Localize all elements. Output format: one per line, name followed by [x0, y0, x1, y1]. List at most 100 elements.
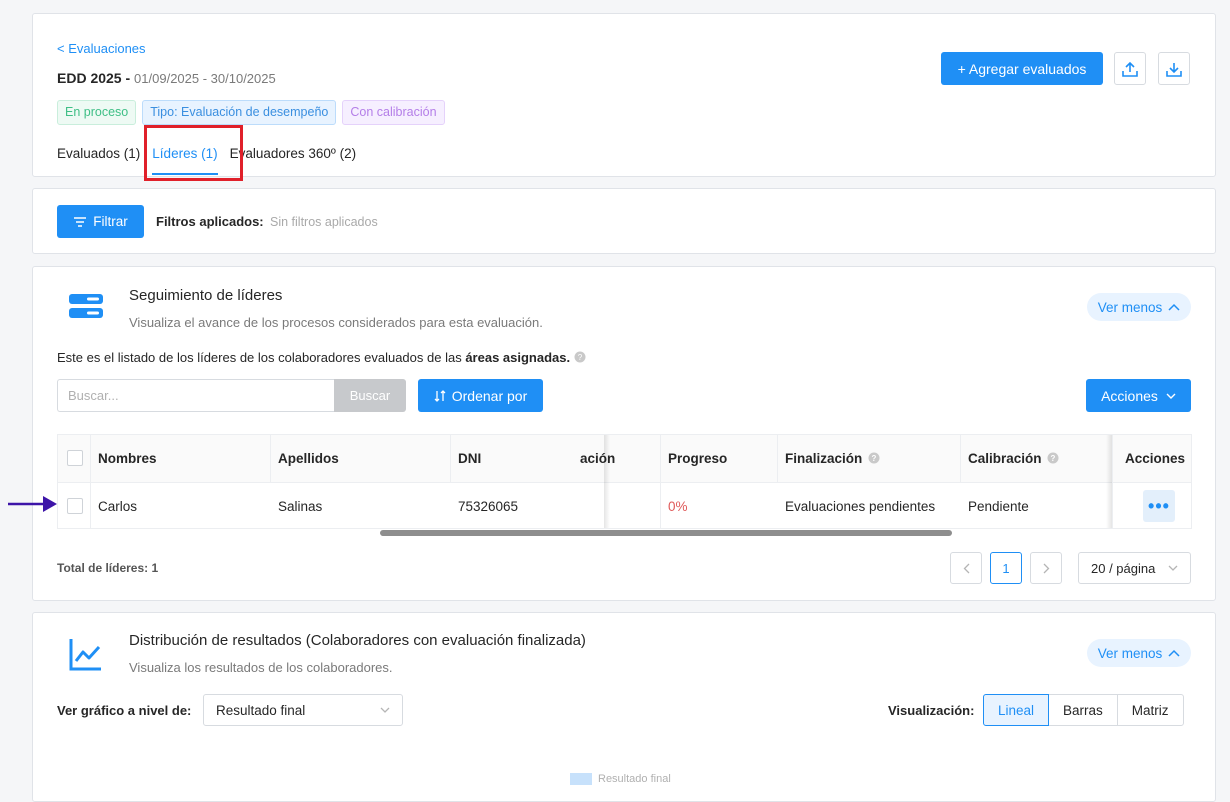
chevron-down-icon — [380, 707, 390, 713]
chevron-down-icon — [1166, 393, 1176, 399]
distribution-title-paren: (Colaboradores con evaluación finalizada… — [305, 632, 586, 649]
sort-icon — [434, 389, 446, 402]
column-finalizacion-label: Finalización — [785, 451, 863, 466]
page-size-value: 20 / página — [1091, 560, 1156, 576]
table-header-row: Nombres Apellidos DNI ación Progreso Fin… — [58, 435, 1191, 482]
cell-calibracion: Pendiente — [968, 499, 1029, 514]
visualization-label: Visualización: — [888, 703, 975, 718]
total-leaders: Total de líderes: 1 — [57, 561, 159, 575]
download-button[interactable] — [1158, 52, 1190, 85]
legend-swatch — [570, 773, 592, 785]
type-badge: Tipo: Evaluación de desempeño — [142, 100, 337, 125]
chevron-left-icon — [963, 563, 969, 573]
column-partial[interactable]: ación — [580, 435, 660, 482]
filter-button-label: Filtrar — [93, 214, 128, 229]
pinned-actions-shadow — [1106, 435, 1112, 528]
filter-button[interactable]: Filtrar — [57, 205, 144, 238]
tab-evaluados[interactable]: Evaluados (1) — [57, 146, 140, 176]
actions-dropdown-label: Acciones — [1101, 387, 1158, 404]
cell-dni: 75326065 — [458, 499, 519, 514]
chevron-up-icon — [1168, 303, 1180, 311]
applied-filters-label: Filtros aplicados: — [156, 214, 264, 229]
calibration-badge: Con calibración — [342, 100, 445, 125]
vis-option-barras[interactable]: Barras — [1048, 694, 1118, 726]
chart-level-value: Resultado final — [216, 702, 306, 718]
search-button[interactable]: Buscar — [334, 379, 406, 412]
order-by-button[interactable]: Ordenar por — [418, 379, 543, 412]
order-by-label: Ordenar por — [451, 387, 528, 404]
search-input[interactable] — [57, 379, 334, 412]
line-chart-icon — [69, 637, 103, 676]
leaders-description-text: Este es el listado de los líderes de los… — [57, 350, 462, 365]
help-icon[interactable]: ? — [574, 351, 586, 363]
add-evaluated-button[interactable]: + Agregar evaluados — [941, 52, 1103, 85]
evaluation-name: EDD 2025 - — [57, 70, 131, 86]
chart-level-label: Ver gráfico a nivel de: — [57, 703, 192, 718]
distribution-title-text: Distribución de resultados — [129, 632, 302, 649]
pinned-columns-shadow — [604, 435, 610, 528]
column-dni[interactable]: DNI — [450, 435, 580, 482]
column-calibracion[interactable]: Calibración ? — [960, 435, 1110, 482]
distribution-card: Distribución de resultados (Colaboradore… — [32, 612, 1216, 802]
vis-option-lineal[interactable]: Lineal — [983, 694, 1050, 726]
highlight-box — [144, 125, 243, 181]
evaluation-header-card: < Evaluaciones EDD 2025 - 01/09/2025 - 3… — [32, 13, 1216, 181]
row-actions-button[interactable]: ••• — [1143, 490, 1175, 522]
row-checkbox[interactable] — [67, 498, 83, 514]
tab-evaluadores-360[interactable]: Evaluadores 360º (2) — [230, 146, 357, 176]
table-horizontal-scrollbar[interactable] — [380, 530, 952, 536]
upload-icon — [1122, 61, 1138, 77]
evaluation-title: EDD 2025 - 01/09/2025 - 30/10/2025 — [57, 70, 276, 86]
column-apellidos[interactable]: Apellidos — [270, 435, 450, 482]
column-acciones: Acciones — [1125, 451, 1186, 466]
chevron-up-icon — [1168, 649, 1180, 657]
actions-dropdown-button[interactable]: Acciones — [1086, 379, 1191, 412]
leaders-description: Este es el listado de los líderes de los… — [57, 350, 586, 365]
status-tags: En proceso Tipo: Evaluación de desempeño… — [57, 100, 445, 125]
select-all-checkbox[interactable] — [67, 450, 83, 466]
chevron-right-icon — [1043, 563, 1049, 573]
chart-level-select[interactable]: Resultado final — [203, 694, 403, 726]
filter-card: Filtrar Filtros aplicados: Sin filtros a… — [32, 188, 1216, 254]
leaders-section-title: Seguimiento de líderes — [129, 287, 283, 304]
page-button-1[interactable]: 1 — [990, 552, 1022, 584]
visualization-toggle: Lineal Barras Matriz — [983, 694, 1184, 726]
next-page-button[interactable] — [1030, 552, 1062, 584]
prev-page-button[interactable] — [950, 552, 982, 584]
annotation-arrow-icon — [8, 496, 57, 512]
distribution-collapse-label: Ver menos — [1097, 645, 1163, 661]
chevron-down-icon — [1168, 565, 1178, 571]
status-badge: En proceso — [57, 100, 137, 125]
back-to-evaluations-link[interactable]: < Evaluaciones — [57, 41, 146, 56]
upload-button[interactable] — [1114, 52, 1146, 85]
svg-text:?: ? — [872, 454, 877, 463]
leaders-collapse-label: Ver menos — [1097, 299, 1163, 315]
help-icon[interactable]: ? — [868, 452, 880, 464]
table-row[interactable]: Carlos Salinas 75326065 0% Evaluaciones … — [58, 482, 1191, 528]
legend-label: Resultado final — [598, 773, 671, 785]
evaluation-dates: 01/09/2025 - 30/10/2025 — [134, 71, 276, 86]
chart-legend: Resultado final — [570, 773, 671, 785]
column-nombres[interactable]: Nombres — [90, 435, 270, 482]
vis-option-matriz[interactable]: Matriz — [1116, 694, 1184, 726]
cell-nombres: Carlos — [98, 499, 138, 514]
leaders-section-subtitle: Visualiza el avance de los procesos cons… — [129, 315, 543, 330]
distribution-collapse-toggle[interactable]: Ver menos — [1087, 639, 1191, 667]
list-icon — [69, 292, 105, 327]
leaders-collapse-toggle[interactable]: Ver menos — [1087, 293, 1191, 321]
svg-text:?: ? — [578, 353, 583, 362]
column-progreso[interactable]: Progreso — [660, 435, 777, 482]
cell-progreso: 0% — [668, 499, 688, 514]
search-group: Buscar — [57, 379, 406, 412]
help-icon[interactable]: ? — [1047, 452, 1059, 464]
column-calibracion-label: Calibración — [968, 451, 1042, 466]
column-finalizacion[interactable]: Finalización ? — [777, 435, 960, 482]
download-icon — [1166, 62, 1182, 77]
cell-apellidos: Salinas — [278, 499, 323, 514]
leaders-table: Nombres Apellidos DNI ación Progreso Fin… — [57, 434, 1192, 529]
cell-finalizacion: Evaluaciones pendientes — [785, 499, 936, 514]
page-size-select[interactable]: 20 / página — [1078, 552, 1191, 584]
leaders-description-bold: áreas asignadas. — [465, 350, 571, 365]
distribution-section-title: Distribución de resultados (Colaboradore… — [129, 632, 586, 649]
filter-icon — [74, 216, 87, 227]
